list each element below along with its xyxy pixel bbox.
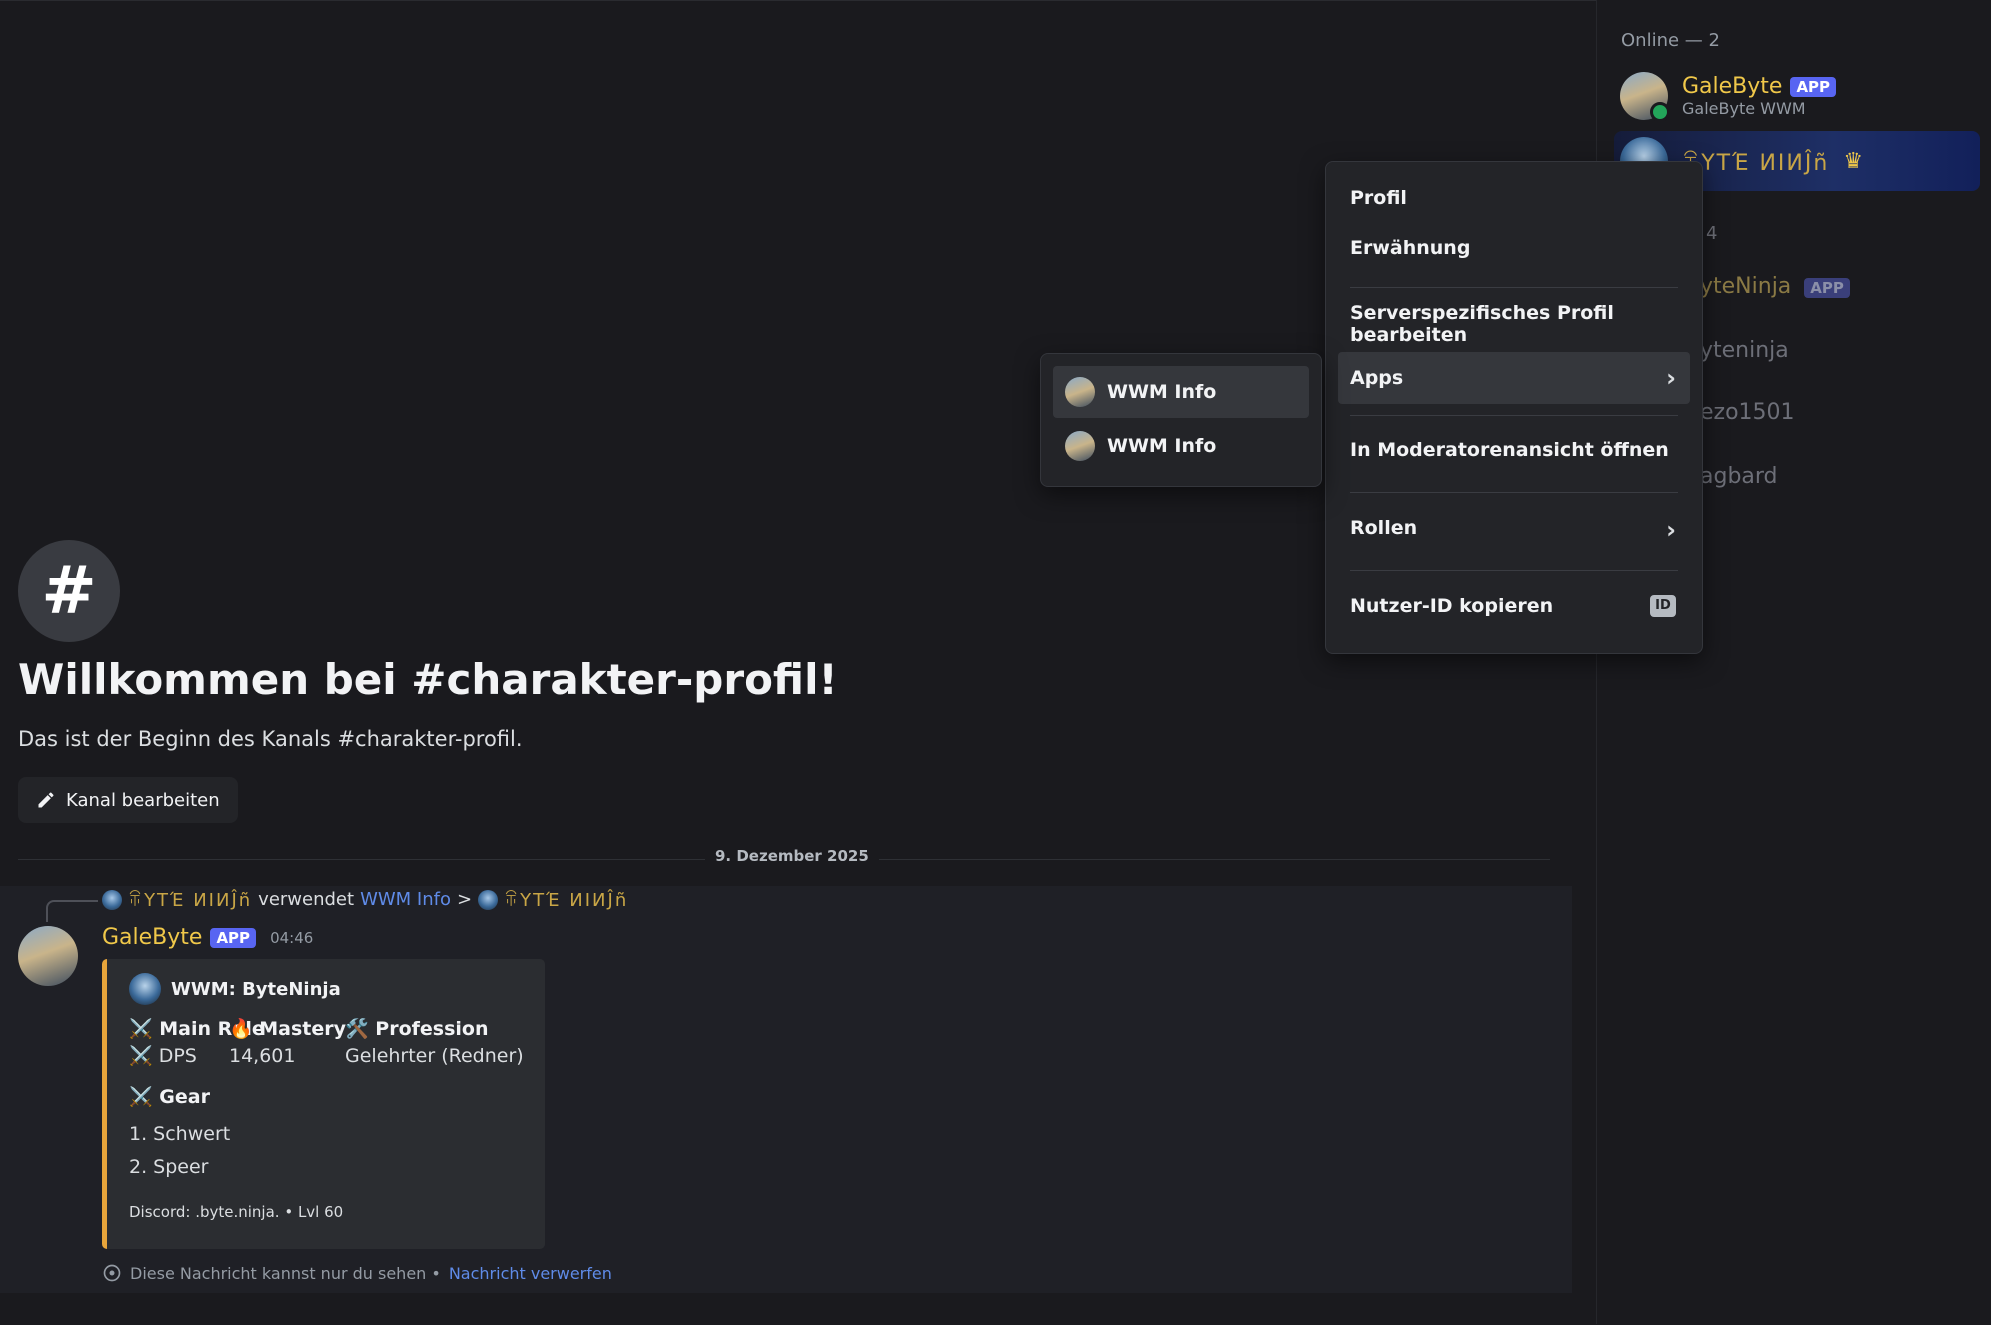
member-name: yteNinja [1700, 274, 1792, 299]
id-icon: ID [1650, 595, 1676, 617]
menu-item-apps[interactable]: Apps › [1338, 352, 1690, 404]
app-badge: APP [210, 927, 257, 948]
chevron-right-icon: › [1666, 516, 1676, 544]
field-gear-title: ⚔️ Gear [129, 1085, 210, 1108]
reply-target[interactable]: ꋖΥTΈ ИIИĴñ [504, 888, 628, 911]
pencil-icon [38, 792, 54, 808]
reply-avatar [102, 889, 122, 910]
author-name[interactable]: GaleByte [102, 925, 202, 950]
field-name: 🔥 Mastery [229, 1018, 347, 1040]
menu-item-moderator-view[interactable]: In Moderatorenansicht öffnen [1338, 426, 1690, 474]
reply-arrow: > [456, 889, 473, 910]
embed-author-name: WWM: ByteNinja [171, 978, 341, 1000]
member-name: ꋖΥTΈ ИIИĴñ [1682, 150, 1830, 176]
member-offline[interactable]: agbard [1700, 464, 1778, 489]
menu-label: Profil [1350, 187, 1407, 209]
field-mastery: 🔥 Mastery 14,601 [229, 1017, 346, 1072]
gear-title: ⚔️ Gear [129, 1086, 210, 1108]
reply-reference[interactable]: ꋖΥTΈ ИIИĴñ verwendet WWM Info > ꋖΥTΈ ИIИ… [102, 888, 628, 911]
avatar [1620, 72, 1670, 122]
menu-item-copy-user-id[interactable]: Nutzer-ID kopieren ID [1338, 582, 1690, 630]
field-value: 14,601 [229, 1045, 296, 1067]
eye-icon [103, 1264, 121, 1282]
timestamp[interactable]: 04:46 [270, 929, 313, 947]
ephemeral-notice: Diese Nachricht kannst nur du sehen • Na… [102, 1263, 612, 1283]
submenu-item-wwm-info[interactable]: WWM Info [1053, 366, 1309, 418]
edit-channel-label: Kanal bearbeiten [66, 789, 220, 811]
member-offline[interactable]: ezo1501 [1700, 400, 1795, 425]
reply-connector [46, 900, 98, 922]
message-header: GaleByte APP 04:46 [102, 925, 313, 950]
menu-label: In Moderatorenansicht öffnen [1350, 439, 1669, 461]
menu-label: Apps [1350, 367, 1404, 389]
embed-footer: Discord: .byte.ninja. • Lvl 60 [129, 1203, 344, 1221]
gear-item: 2. Speer [129, 1156, 209, 1178]
edit-channel-button[interactable]: Kanal bearbeiten [18, 777, 238, 823]
chevron-right-icon: › [1666, 364, 1676, 392]
reply-user[interactable]: ꋖΥTΈ ИIИĴñ [128, 888, 252, 911]
menu-divider [1350, 492, 1678, 493]
member-offline[interactable]: yteninja [1700, 338, 1789, 363]
menu-label: Serverspezifisches Profil bearbeiten [1350, 302, 1614, 346]
member-subtitle: GaleByte WWM [1682, 99, 1806, 118]
welcome-subtitle: Das ist der Beginn des Kanals #charakter… [18, 727, 523, 751]
crown-icon: ♛ [1843, 148, 1864, 174]
date-divider-label: 9. Dezember 2025 [705, 847, 879, 865]
app-avatar [1065, 377, 1095, 407]
app-badge: APP [1804, 278, 1850, 298]
menu-divider [1350, 570, 1678, 571]
field-name: 🛠️ Profession [345, 1018, 489, 1040]
member-offline[interactable]: yteNinja APP [1700, 274, 1850, 299]
menu-item-server-profile[interactable]: Serverspezifisches Profil bearbeiten [1338, 300, 1690, 348]
dismiss-link[interactable]: Nachricht verwerfen [449, 1264, 612, 1283]
menu-divider [1350, 287, 1678, 288]
app-avatar [1065, 431, 1095, 461]
menu-label: Nutzer-ID kopieren [1350, 595, 1554, 617]
channel-hash-icon: # [18, 540, 120, 642]
menu-label: Rollen [1350, 517, 1418, 539]
field-value: Gelehrter (Redner) [345, 1045, 524, 1067]
online-header: Online — 2 [1621, 30, 1720, 51]
welcome-title: Willkommen bei #charakter-profil! [18, 655, 838, 704]
embed-author: WWM: ByteNinja [129, 973, 341, 1005]
menu-label: Erwähnung [1350, 237, 1471, 259]
submenu-item-wwm-info[interactable]: WWM Info [1053, 420, 1309, 472]
menu-item-rollen[interactable]: Rollen › [1338, 504, 1690, 552]
menu-divider [1350, 415, 1678, 416]
field-value: ⚔️ DPS [129, 1045, 197, 1067]
reply-verb: verwendet [258, 889, 355, 910]
reply-target-avatar [478, 889, 499, 910]
member-name: GaleByte [1682, 74, 1783, 99]
field-profession: 🛠️ Profession Gelehrter (Redner) [345, 1017, 524, 1072]
menu-item-erwaehnung[interactable]: Erwähnung [1338, 224, 1690, 272]
avatar[interactable] [18, 926, 78, 986]
member-galebyte[interactable]: GaleByte APP GaleByte WWM [1620, 72, 1837, 122]
embed: WWM: ByteNinja ⚔️ Main Role ⚔️ DPS 🔥 Mas… [102, 959, 545, 1249]
submenu-label: WWM Info [1107, 435, 1217, 457]
embed-author-avatar [129, 973, 161, 1005]
gear-item: 1. Schwert [129, 1123, 231, 1145]
submenu-label: WWM Info [1107, 381, 1217, 403]
reply-app-link[interactable]: WWM Info [360, 889, 451, 910]
apps-submenu: WWM Info WWM Info [1040, 353, 1322, 487]
ephemeral-text: Diese Nachricht kannst nur du sehen • [130, 1263, 441, 1283]
user-context-menu: Profil Erwähnung Serverspezifisches Prof… [1325, 161, 1703, 654]
menu-item-profil[interactable]: Profil [1338, 174, 1690, 222]
app-badge: APP [1790, 76, 1837, 97]
online-status-icon [1650, 102, 1670, 122]
offline-header: 4 [1706, 223, 1718, 244]
